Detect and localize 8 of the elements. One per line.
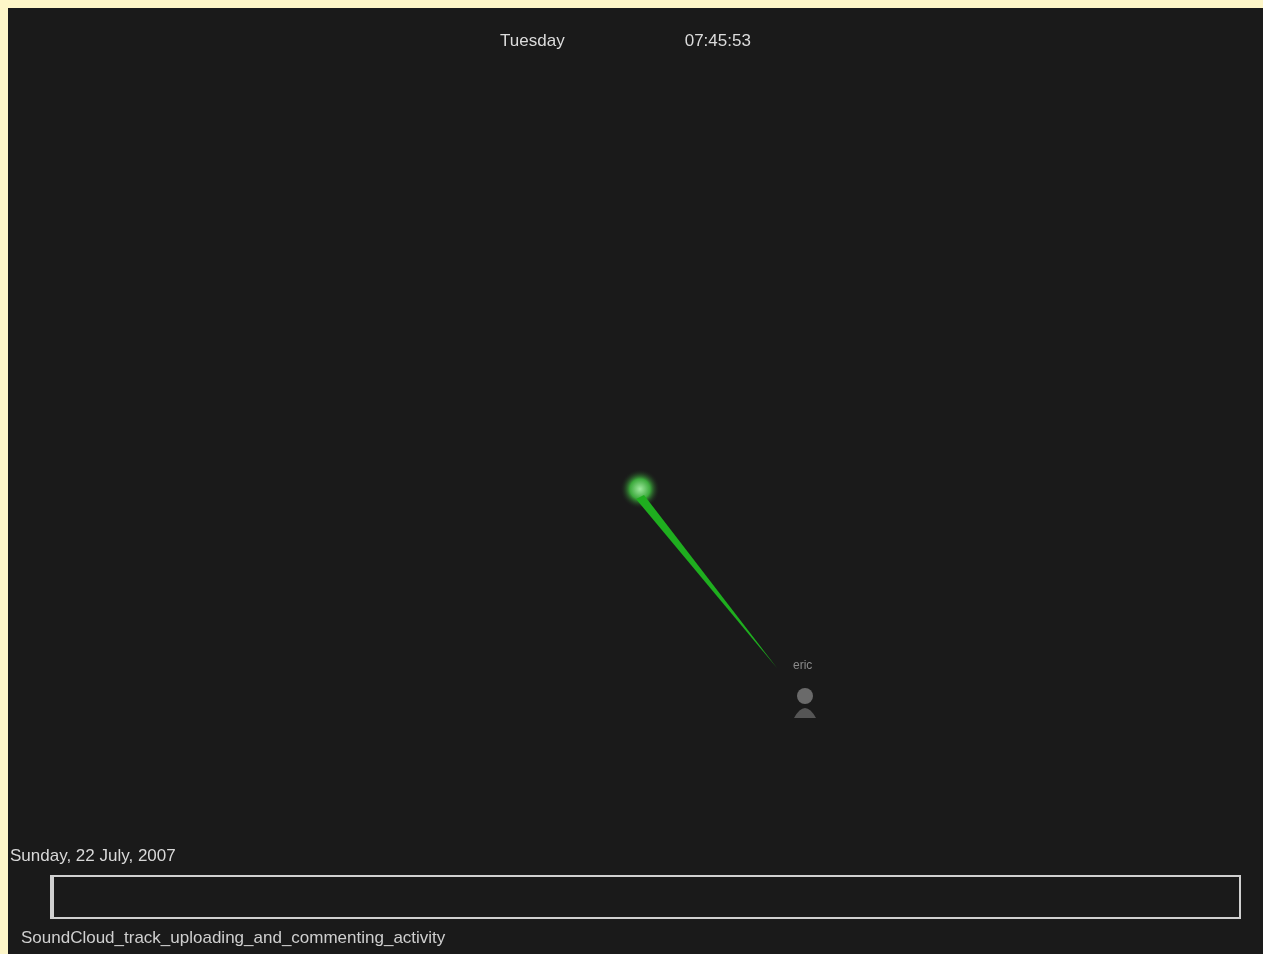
date-label: Tuesday [500, 30, 565, 52]
timeline-date: Sunday, 22 July, 2007 [10, 845, 176, 867]
file-node [620, 468, 660, 509]
timeline-slider[interactable] [50, 874, 1241, 919]
user-name: eric [793, 656, 813, 674]
user-silhouette-icon [794, 687, 816, 718]
time-label: 07:45:53 [684, 30, 751, 52]
caption: SoundCloud_track_uploading_and_commenting_activity [21, 926, 446, 949]
